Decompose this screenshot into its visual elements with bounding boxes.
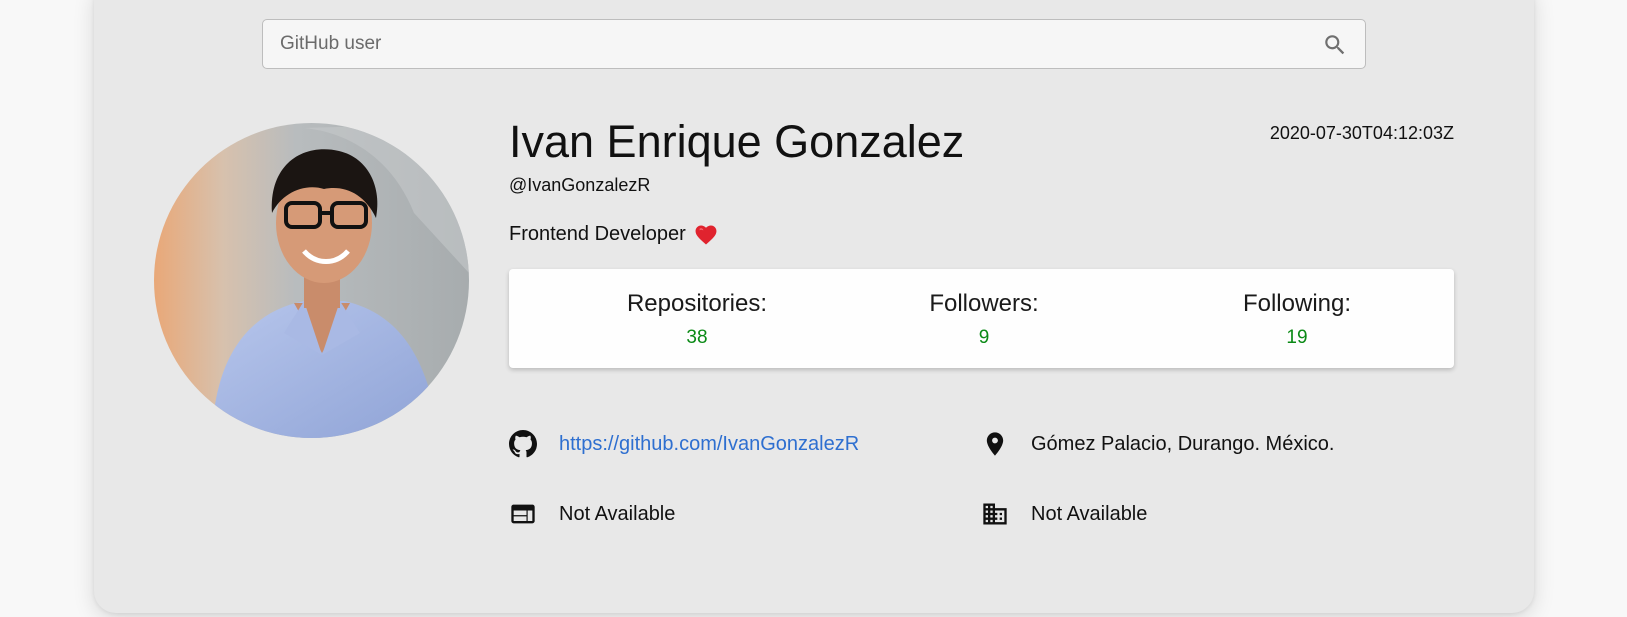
search-input[interactable] [263,20,1365,68]
stat-value: 38 [686,327,708,348]
building-icon [981,500,1009,528]
github-icon [509,430,537,458]
location-row: Gómez Palacio, Durango. México. [981,430,1334,458]
profile-username: @IvanGonzalezR [509,175,651,195]
created-date: 2020-07-30T04:12:03Z [1269,123,1454,143]
web-icon [509,500,537,528]
search-button[interactable] [1319,29,1351,61]
stat-followers: Followers: 9 [874,290,1094,349]
stat-value: 19 [1286,327,1308,348]
stat-label: Repositories: [626,290,768,317]
location-pin-icon [981,430,1009,458]
blog-row: Not Available [509,500,675,528]
stat-label: Followers: [929,290,1039,317]
github-profile-link[interactable]: https://github.com/IvanGonzalezR [559,433,859,456]
stat-label: Following: [1242,290,1352,317]
heart-icon [695,225,717,245]
profile-bio: Frontend Developer [509,223,717,246]
search-icon [1325,35,1345,55]
search-bar [262,19,1366,69]
stats-card: Repositories: 38 Followers: 9 Following:… [509,269,1454,368]
avatar [154,123,469,438]
stat-value: 9 [978,327,990,348]
blog-text: Not Available [559,502,676,525]
stat-following: Following: 19 [1187,290,1407,349]
profile-name: Ivan Enrique Gonzalez [509,116,965,167]
company-text: Not Available [1031,502,1148,525]
location-text: Gómez Palacio, Durango. México. [1031,432,1335,455]
bio-text: Frontend Developer [509,223,686,245]
github-link-row: https://github.com/IvanGonzalezR [509,430,859,458]
company-row: Not Available [981,500,1147,528]
stat-repositories: Repositories: 38 [587,290,807,349]
